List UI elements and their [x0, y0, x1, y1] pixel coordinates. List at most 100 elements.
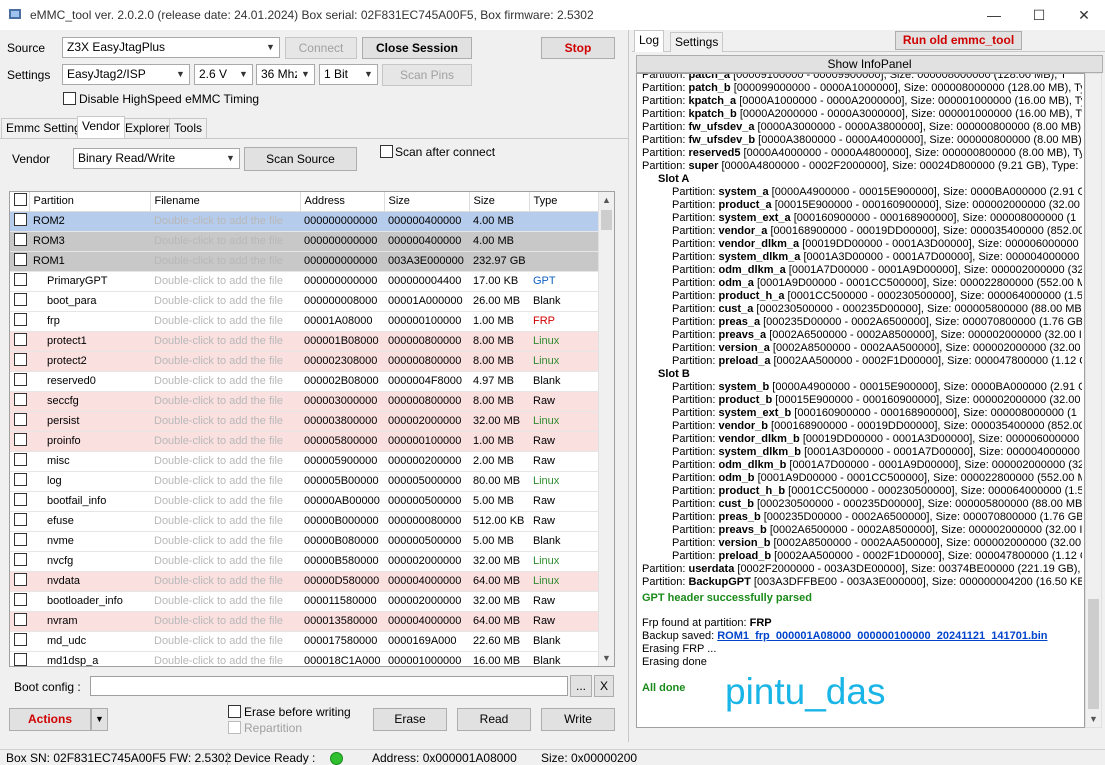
- row-checkbox[interactable]: [14, 593, 27, 606]
- minimize-button[interactable]: —: [971, 0, 1017, 30]
- partition-name[interactable]: md1dsp_a: [29, 651, 150, 666]
- table-row[interactable]: persist Double-click to add the file 00000…: [10, 411, 600, 432]
- clock-select[interactable]: 36 Mhz ▼: [256, 64, 315, 85]
- partition-name[interactable]: frp: [29, 311, 150, 332]
- filename-cell[interactable]: Double-click to add the file: [150, 651, 300, 666]
- table-row[interactable]: seccfg Double-click to add the file 000003…: [10, 391, 600, 412]
- partition-name[interactable]: bootloader_info: [29, 591, 150, 612]
- partition-name[interactable]: bootfail_info: [29, 491, 150, 512]
- partition-name[interactable]: protect1: [29, 331, 150, 352]
- vendor-select[interactable]: Binary Read/Write ▼: [73, 148, 240, 169]
- partition-name[interactable]: PrimaryGPT: [29, 271, 150, 292]
- row-checkbox[interactable]: [14, 313, 27, 326]
- stop-button[interactable]: Stop: [541, 37, 615, 59]
- actions-dropdown-icon[interactable]: ▼: [91, 708, 108, 731]
- select-all-header[interactable]: [10, 192, 30, 212]
- partition-name[interactable]: nvcfg: [29, 551, 150, 572]
- row-checkbox[interactable]: [10, 211, 29, 232]
- filename-cell[interactable]: Double-click to add the file: [150, 511, 300, 532]
- row-checkbox[interactable]: [14, 653, 27, 666]
- table-row[interactable]: nvdata Double-click to add the file 00000D…: [10, 571, 600, 592]
- row-checkbox[interactable]: [10, 431, 29, 452]
- filename-cell[interactable]: Double-click to add the file: [150, 271, 300, 292]
- close-session-button[interactable]: Close Session: [362, 37, 472, 59]
- filename-cell[interactable]: Double-click to add the file: [150, 611, 300, 632]
- table-scrollbar[interactable]: ▲ ▼: [598, 192, 614, 666]
- tab-tools[interactable]: Tools: [169, 118, 208, 138]
- row-checkbox[interactable]: [10, 311, 29, 332]
- source-select[interactable]: Z3X EasyJtagPlus ▼: [62, 37, 280, 58]
- row-checkbox[interactable]: [10, 471, 29, 492]
- table-row[interactable]: bootloader_info Double-click to add the f…: [10, 591, 600, 612]
- repartition-checkbox[interactable]: [228, 721, 241, 734]
- row-checkbox[interactable]: [10, 331, 29, 352]
- row-checkbox[interactable]: [10, 651, 29, 666]
- table-row[interactable]: PrimaryGPT Double-click to add the file 00…: [10, 271, 600, 292]
- read-button[interactable]: Read: [457, 708, 531, 731]
- row-checkbox[interactable]: [10, 571, 29, 592]
- table-row[interactable]: ROM3 Double-click to add the file 00000000…: [10, 231, 600, 252]
- scan-source-button[interactable]: Scan Source: [244, 147, 357, 171]
- table-row[interactable]: protect1 Double-click to add the file 0000…: [10, 331, 600, 352]
- scroll-up-icon[interactable]: ▲: [599, 192, 614, 208]
- filename-cell[interactable]: Double-click to add the file: [150, 411, 300, 432]
- scroll-thumb[interactable]: [601, 210, 612, 230]
- erase-before-writing-checkbox[interactable]: [228, 705, 241, 718]
- row-checkbox[interactable]: [14, 573, 27, 586]
- partition-name[interactable]: nvram: [29, 611, 150, 632]
- filename-cell[interactable]: Double-click to add the file: [150, 491, 300, 512]
- table-row[interactable]: protect2 Double-click to add the file 0000…: [10, 351, 600, 372]
- table-row[interactable]: misc Double-click to add the file 00000590…: [10, 451, 600, 472]
- filename-cell[interactable]: Double-click to add the file: [150, 351, 300, 372]
- row-checkbox[interactable]: [10, 351, 29, 372]
- close-window-button[interactable]: ✕: [1061, 0, 1105, 30]
- tab-vendor[interactable]: Vendor: [77, 116, 126, 138]
- partition-name[interactable]: nvme: [29, 531, 150, 552]
- partition-name[interactable]: boot_para: [29, 291, 150, 312]
- filename-cell[interactable]: Double-click to add the file: [150, 231, 300, 252]
- row-checkbox[interactable]: [10, 271, 29, 292]
- row-checkbox[interactable]: [10, 411, 29, 432]
- row-checkbox[interactable]: [14, 553, 27, 566]
- col-type[interactable]: Type: [529, 192, 601, 212]
- tab-explorer[interactable]: Explorer: [120, 118, 175, 138]
- table-row[interactable]: nvme Double-click to add the file 00000B08…: [10, 531, 600, 552]
- row-checkbox[interactable]: [14, 293, 27, 306]
- row-checkbox[interactable]: [14, 353, 27, 366]
- disable-highspeed-checkbox[interactable]: [63, 92, 76, 105]
- partition-name[interactable]: ROM1: [29, 251, 150, 272]
- filename-cell[interactable]: Double-click to add the file: [150, 371, 300, 392]
- tab-settings[interactable]: Settings: [670, 32, 724, 52]
- partition-name[interactable]: efuse: [29, 511, 150, 532]
- select-all-checkbox[interactable]: [14, 193, 27, 207]
- filename-cell[interactable]: Double-click to add the file: [150, 431, 300, 452]
- actions-button[interactable]: Actions: [9, 708, 91, 731]
- col-address[interactable]: Address: [300, 192, 385, 212]
- scroll-down-icon[interactable]: ▼: [599, 650, 614, 666]
- row-checkbox[interactable]: [14, 473, 27, 486]
- row-checkbox[interactable]: [14, 493, 27, 506]
- col-partition[interactable]: Partition: [29, 192, 151, 212]
- table-row[interactable]: efuse Double-click to add the file 00000B0…: [10, 511, 600, 532]
- table-row[interactable]: ROM2 Double-click to add the file 00000000…: [10, 211, 600, 232]
- row-checkbox[interactable]: [14, 453, 27, 466]
- filename-cell[interactable]: Double-click to add the file: [150, 251, 300, 272]
- partition-name[interactable]: reserved0: [29, 371, 150, 392]
- row-checkbox[interactable]: [10, 451, 29, 472]
- scan-pins-button[interactable]: Scan Pins: [382, 64, 472, 86]
- bus-width-select[interactable]: 1 Bit ▼: [319, 64, 378, 85]
- row-checkbox[interactable]: [10, 551, 29, 572]
- partition-name[interactable]: ROM3: [29, 231, 150, 252]
- row-checkbox[interactable]: [14, 233, 27, 246]
- row-checkbox[interactable]: [10, 371, 29, 392]
- boot-config-browse-button[interactable]: ...: [570, 675, 592, 697]
- row-checkbox[interactable]: [10, 531, 29, 552]
- table-row[interactable]: reserved0 Double-click to add the file 000…: [10, 371, 600, 392]
- table-row[interactable]: md_udc Double-click to add the file 000017…: [10, 631, 600, 652]
- row-checkbox[interactable]: [10, 511, 29, 532]
- filename-cell[interactable]: Double-click to add the file: [150, 551, 300, 572]
- table-row[interactable]: proinfo Double-click to add the file 00000…: [10, 431, 600, 452]
- row-checkbox[interactable]: [14, 433, 27, 446]
- partition-name[interactable]: proinfo: [29, 431, 150, 452]
- filename-cell[interactable]: Double-click to add the file: [150, 471, 300, 492]
